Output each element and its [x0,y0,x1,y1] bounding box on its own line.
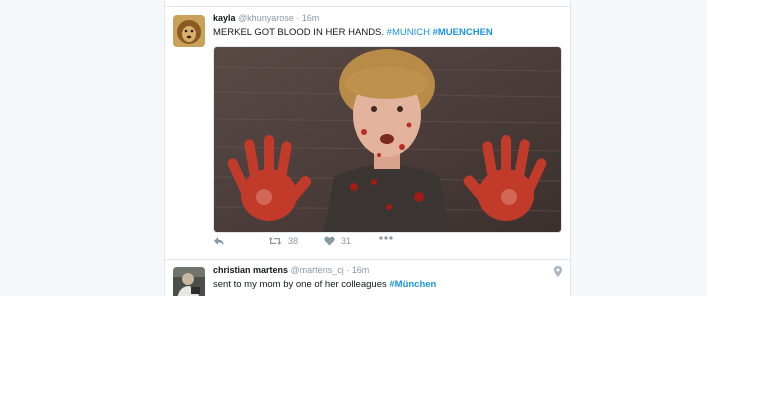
tweet-text: MERKEL GOT BLOOD IN HER HANDS. #MUNICH #… [213,27,493,38]
like-button[interactable]: 31 [324,236,351,246]
tweet-header: christian martens @martens_cj · 16m [213,265,369,275]
tweet-text-plain: sent to my mom by one of her colleagues [213,279,390,290]
hashtag-link[interactable]: #MUNICH [387,27,430,38]
hashtag-link[interactable]: #MUENCHEN [433,27,493,38]
tweet-text: sent to my mom by one of her colleagues … [213,279,436,290]
tweet-text-plain: MERKEL GOT BLOOD IN HER HANDS. [213,27,387,38]
hashtag-link[interactable]: #München [389,279,436,290]
tweet-photo[interactable] [213,46,562,233]
handle[interactable]: @martens_cj [291,265,344,275]
more-button[interactable] [379,236,393,240]
avatar[interactable] [173,15,205,47]
handle[interactable]: @khunyarose [238,13,294,23]
display-name[interactable]: christian martens [213,265,288,275]
timestamp[interactable]: 16m [352,265,370,275]
retweet-icon [268,236,282,246]
reply-button[interactable] [213,236,225,246]
more-icon [379,236,393,240]
tweet-actions: 38 31 [213,236,413,250]
timeline: kayla @khunyarose · 16m MERKEL GOT BLOOD… [164,0,571,296]
separator: · [346,265,350,275]
retweet-button[interactable]: 38 [268,236,298,246]
retweet-count: 38 [288,236,299,246]
location-pin-icon[interactable] [554,264,562,282]
reply-icon [213,236,225,246]
like-count: 31 [341,236,352,246]
tweet[interactable]: christian martens @martens_cj · 16m sent… [165,259,570,296]
avatar[interactable] [173,267,205,296]
timestamp[interactable]: 16m [302,13,320,23]
tweet-header: kayla @khunyarose · 16m [213,13,319,23]
display-name[interactable]: kayla [213,13,236,23]
separator: · [296,13,300,23]
heart-icon [324,236,335,246]
tweet[interactable]: kayla @khunyarose · 16m MERKEL GOT BLOOD… [165,6,570,260]
